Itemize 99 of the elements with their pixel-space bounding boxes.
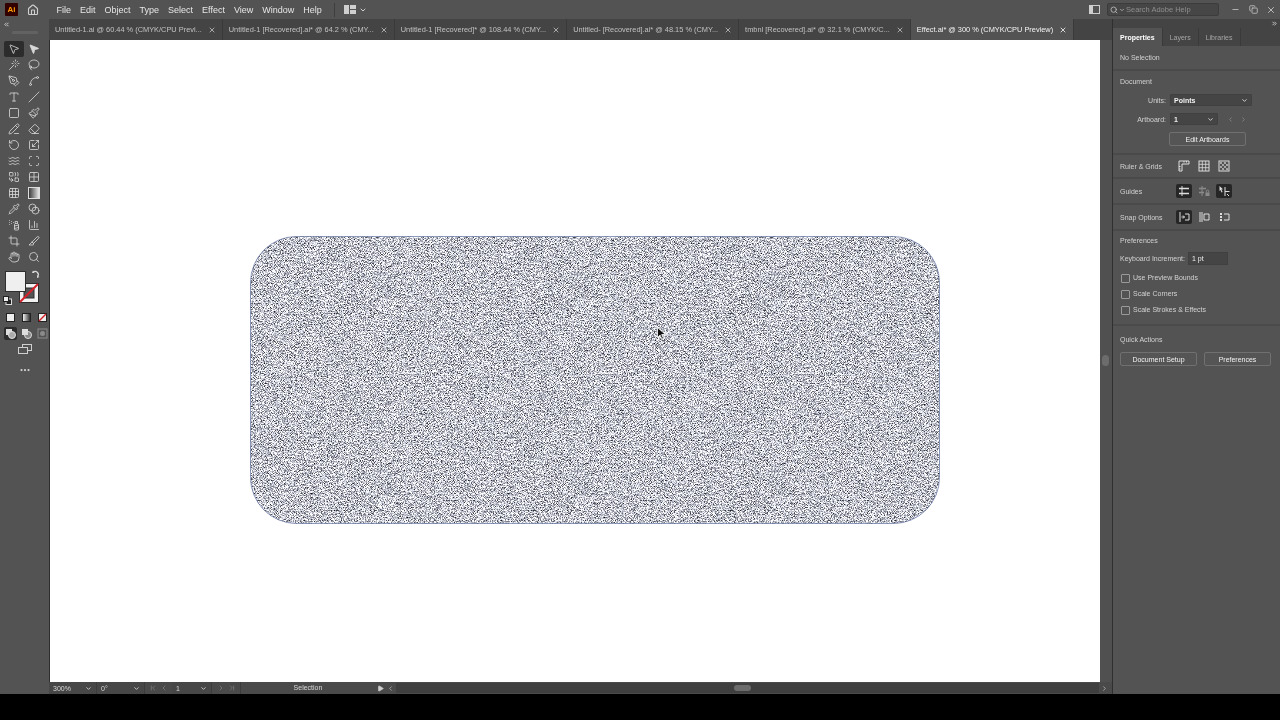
fill-swatch[interactable]: [5, 271, 26, 292]
draw-behind-icon: [21, 328, 32, 339]
hand-icon: [8, 251, 20, 263]
collapse-icon[interactable]: [3, 21, 10, 28]
swap-arrow-icon[interactable]: [32, 269, 41, 278]
arrow-cursor-icon: [657, 327, 667, 340]
snap-grid-icon: [1198, 211, 1210, 223]
diagonal-line-icon: [28, 91, 40, 103]
draw-inside-icon: [37, 328, 48, 339]
menu-item[interactable]: Help: [298, 0, 327, 19]
gradient-fill-icon[interactable]: [22, 313, 31, 322]
filled-arrow-pointer-icon: [28, 43, 40, 55]
close-icon[interactable]: [379, 25, 388, 34]
close-icon[interactable]: [1266, 4, 1276, 15]
menu-item[interactable]: File: [52, 0, 76, 19]
vertical-scrollbar[interactable]: [1100, 40, 1112, 682]
crop-icon: [8, 235, 20, 247]
caret-icon: [1119, 7, 1125, 13]
overlapping-circles-icon: [28, 203, 40, 215]
grid-icon: [28, 171, 40, 183]
bar-graph-icon: [28, 219, 40, 231]
draw-mode-button[interactable]: [20, 327, 33, 340]
guide-lines-lock-icon: [1198, 185, 1210, 197]
chevron-left-icon[interactable]: [387, 684, 394, 692]
menu-item[interactable]: Select: [163, 0, 198, 19]
eraser-icon: [28, 123, 40, 135]
toggle-button[interactable]: [1196, 210, 1212, 224]
menu-item[interactable]: Edit: [75, 0, 101, 19]
scale-icon: [28, 139, 40, 151]
chevron-right-icon[interactable]: [1101, 684, 1108, 692]
search-icon: [1110, 6, 1118, 14]
toggle-button[interactable]: [1216, 159, 1232, 173]
checkerboard-icon: [1218, 160, 1230, 172]
close-icon[interactable]: [1059, 25, 1068, 34]
app-logo: Ai: [5, 3, 18, 16]
close-icon[interactable]: [552, 25, 561, 34]
curve-icon: [28, 75, 40, 87]
screen-mode-icon[interactable]: [17, 344, 32, 354]
toggle-button[interactable]: [1176, 159, 1192, 173]
gradient-square-icon: [28, 187, 40, 199]
snap-pixel-icon: [1218, 211, 1230, 223]
ruler-icon: [1178, 160, 1190, 172]
caret-icon: [1207, 115, 1214, 123]
mesh-grid-icon: [8, 187, 20, 199]
solid-fill-icon[interactable]: [6, 313, 15, 322]
combine-icon: [8, 171, 20, 183]
caret-icon: [200, 684, 207, 692]
draw-normal-icon: [5, 328, 16, 339]
scroll-thumb[interactable]: [1102, 355, 1109, 366]
arrange-documents-icon[interactable]: [1089, 5, 1100, 14]
toggle-button[interactable]: [1216, 184, 1232, 198]
guide-lines-icon: [1178, 185, 1190, 197]
close-icon[interactable]: [207, 25, 216, 34]
collapse-icon[interactable]: [1271, 20, 1278, 27]
checkbox[interactable]: [1121, 273, 1130, 283]
scroll-thumb[interactable]: [734, 685, 751, 691]
close-icon[interactable]: [724, 25, 733, 34]
artboard-canvas[interactable]: [49, 40, 1100, 682]
waves-icon: [8, 155, 20, 167]
restore-icon[interactable]: [1248, 5, 1258, 14]
draw-mode-button[interactable]: [4, 327, 17, 340]
caret-icon: [85, 684, 92, 692]
pencil-icon: [8, 123, 20, 135]
letter-t-icon: [8, 91, 20, 103]
checkbox[interactable]: [1121, 305, 1130, 315]
square-icon: [8, 107, 20, 119]
pen-nib-icon: [8, 75, 20, 87]
caret-icon: [133, 684, 140, 692]
close-icon[interactable]: [895, 25, 904, 34]
grid-icon: [1198, 160, 1210, 172]
tool-button[interactable]: [4, 41, 24, 57]
menu-item[interactable]: Object: [100, 0, 136, 19]
knife-icon: [28, 235, 40, 247]
menu-item[interactable]: View: [229, 0, 258, 19]
default-colors-icon[interactable]: [3, 296, 12, 305]
spray-can-icon: [8, 219, 20, 231]
toggle-button[interactable]: [1196, 159, 1212, 173]
snap-point-icon: [1178, 211, 1190, 223]
horizontal-scrollbar[interactable]: [396, 683, 1099, 693]
menu-item[interactable]: Effect: [197, 0, 230, 19]
toggle-button[interactable]: [1176, 210, 1192, 224]
menu-item[interactable]: Window: [257, 0, 299, 19]
home-icon[interactable]: [27, 3, 39, 16]
corner-brackets-icon: [28, 155, 40, 167]
play-icon[interactable]: [377, 684, 384, 692]
lasso-icon: [28, 59, 40, 71]
wand-icon: [8, 59, 20, 71]
smart-guide-icon: [1218, 185, 1230, 197]
menu-item[interactable]: Type: [135, 0, 164, 19]
rotate-arrow-icon: [8, 139, 20, 151]
magnifier-icon: [28, 251, 40, 263]
paintbrush-icon: [28, 107, 40, 119]
caret-icon: [1241, 96, 1248, 104]
no-fill-icon[interactable]: [38, 313, 47, 322]
toggle-button[interactable]: [1176, 184, 1192, 198]
arrow-pointer-icon: [8, 43, 20, 55]
checkbox[interactable]: [1121, 289, 1130, 299]
workspace-layout-icon[interactable]: [344, 5, 357, 14]
pipette-icon: [8, 203, 20, 215]
